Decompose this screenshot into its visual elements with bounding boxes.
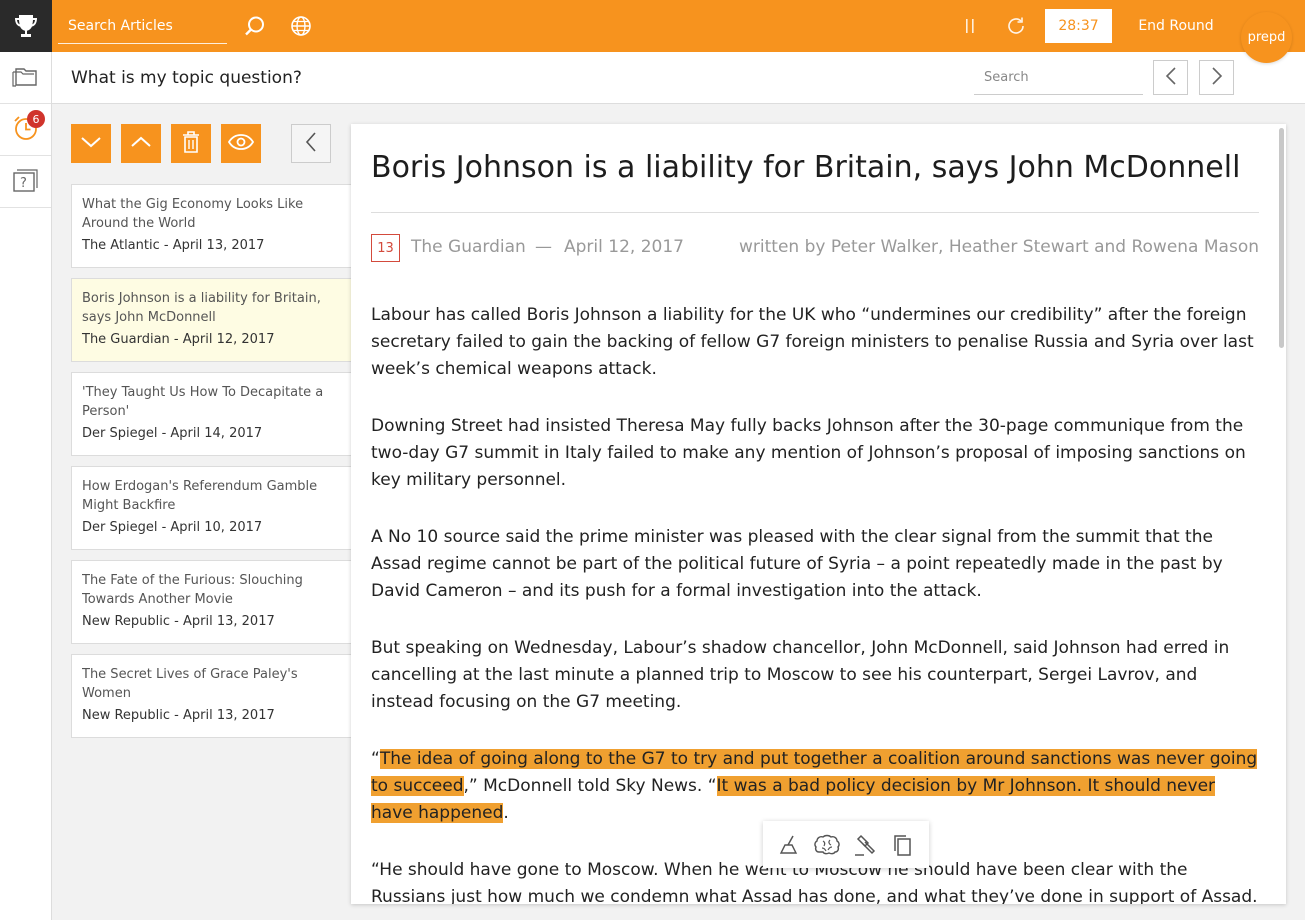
article-card-title: How Erdogan's Referendum Gamble Might Ba… bbox=[82, 479, 318, 513]
chevron-right-icon bbox=[1210, 66, 1224, 90]
divider bbox=[371, 212, 1259, 213]
search-articles-input[interactable] bbox=[58, 8, 227, 43]
paragraph: Labour has called Boris Johnson a liabil… bbox=[371, 305, 1254, 379]
text: ,” McDonnell told Sky News. “ bbox=[463, 776, 717, 796]
gavel-icon[interactable] bbox=[851, 831, 879, 859]
broom-icon[interactable] bbox=[776, 831, 804, 859]
article-card-meta: The Guardian - April 12, 2017 bbox=[82, 332, 275, 347]
article-card[interactable]: 'They Taught Us How To Decapitate a Pers… bbox=[71, 372, 351, 456]
article-card-title: 'They Taught Us How To Decapitate a Pers… bbox=[82, 385, 324, 419]
text: . bbox=[503, 803, 509, 823]
article-card-active[interactable]: Boris Johnson is a liability for Britain… bbox=[71, 278, 351, 362]
chevron-up-icon bbox=[130, 134, 152, 153]
article-card-title: Boris Johnson is a liability for Britain… bbox=[82, 291, 321, 325]
svg-text:?: ? bbox=[20, 176, 27, 191]
chevron-left-icon bbox=[1164, 66, 1178, 90]
article-body[interactable]: Labour has called Boris Johnson a liabil… bbox=[371, 302, 1261, 904]
chevron-down-icon bbox=[80, 134, 102, 153]
delete-button[interactable] bbox=[171, 124, 211, 163]
article-date: April 12, 2017 bbox=[564, 237, 684, 257]
article-card-title: The Fate of the Furious: Slouching Towar… bbox=[82, 573, 303, 607]
paragraph: A No 10 source said the prime minister w… bbox=[371, 527, 1223, 601]
pause-icon[interactable] bbox=[958, 14, 982, 38]
meta-separator: — bbox=[535, 237, 552, 257]
article-card-meta: New Republic - April 13, 2017 bbox=[82, 708, 275, 723]
article-title: Boris Johnson is a liability for Britain… bbox=[371, 150, 1241, 185]
prev-button[interactable] bbox=[1153, 60, 1188, 95]
trash-icon bbox=[181, 130, 201, 158]
search-icon[interactable] bbox=[243, 14, 267, 38]
article-source: The Guardian bbox=[411, 237, 526, 257]
score-badge[interactable]: 13 bbox=[371, 234, 400, 262]
copy-icon[interactable] bbox=[888, 831, 916, 859]
article-card[interactable]: How Erdogan's Referendum Gamble Might Ba… bbox=[71, 466, 351, 550]
collapse-list-button[interactable] bbox=[291, 124, 331, 163]
left-rail: 6 ? bbox=[0, 52, 52, 920]
rail-item-folders[interactable] bbox=[0, 52, 51, 104]
question-bar: What is my topic question? bbox=[52, 52, 1305, 104]
rail-item-alarm[interactable]: 6 bbox=[0, 104, 51, 156]
paragraph: Downing Street had insisted Theresa May … bbox=[371, 416, 1246, 490]
article-card[interactable]: The Secret Lives of Grace Paley's Women … bbox=[71, 654, 351, 738]
question-search-field[interactable] bbox=[974, 60, 1143, 95]
article-byline: written by Peter Walker, Heather Stewart… bbox=[739, 237, 1259, 257]
top-bar: 28:37 End Round bbox=[0, 0, 1305, 52]
article-card-title: The Secret Lives of Grace Paley's Women bbox=[82, 667, 298, 701]
scrollbar[interactable] bbox=[1279, 128, 1284, 348]
highlight-toolbar bbox=[763, 821, 929, 868]
brain-icon[interactable] bbox=[813, 831, 841, 859]
move-up-button[interactable] bbox=[121, 124, 161, 163]
brand-logo: prepd bbox=[1241, 12, 1292, 63]
rail-item-questions[interactable]: ? bbox=[0, 156, 51, 208]
paragraph: But speaking on Wednesday, Labour’s shad… bbox=[371, 638, 1230, 712]
round-timer: 28:37 bbox=[1045, 9, 1112, 43]
topic-question[interactable]: What is my topic question? bbox=[71, 68, 302, 88]
article-card[interactable]: What the Gig Economy Looks Like Around t… bbox=[71, 184, 351, 268]
view-button[interactable] bbox=[221, 124, 261, 163]
article-card-title: What the Gig Economy Looks Like Around t… bbox=[82, 197, 304, 231]
article-card-meta: The Atlantic - April 13, 2017 bbox=[82, 238, 265, 253]
globe-icon[interactable] bbox=[289, 14, 313, 38]
question-search-input[interactable] bbox=[974, 60, 1143, 94]
chevron-left-icon bbox=[304, 131, 318, 157]
next-button[interactable] bbox=[1199, 60, 1234, 95]
article-panel: Boris Johnson is a liability for Britain… bbox=[351, 124, 1286, 904]
end-round-button[interactable]: End Round bbox=[1128, 9, 1224, 43]
alarm-badge: 6 bbox=[27, 110, 45, 128]
article-card[interactable]: The Fate of the Furious: Slouching Towar… bbox=[71, 560, 351, 644]
trophy-icon[interactable] bbox=[0, 0, 52, 52]
article-card-meta: Der Spiegel - April 14, 2017 bbox=[82, 426, 263, 441]
article-card-meta: Der Spiegel - April 10, 2017 bbox=[82, 520, 263, 535]
question-cards-icon: ? bbox=[11, 165, 41, 199]
eye-icon bbox=[227, 133, 255, 154]
search-articles-field[interactable] bbox=[58, 8, 227, 44]
article-meta: 13 The Guardian — April 12, 2017 written… bbox=[371, 234, 1259, 262]
text: “ bbox=[371, 749, 380, 769]
article-card-meta: New Republic - April 13, 2017 bbox=[82, 614, 275, 629]
paragraph: “The idea of going along to the G7 to tr… bbox=[371, 746, 1261, 827]
refresh-icon[interactable] bbox=[1004, 14, 1028, 38]
move-down-button[interactable] bbox=[71, 124, 111, 163]
folders-icon bbox=[11, 63, 41, 93]
